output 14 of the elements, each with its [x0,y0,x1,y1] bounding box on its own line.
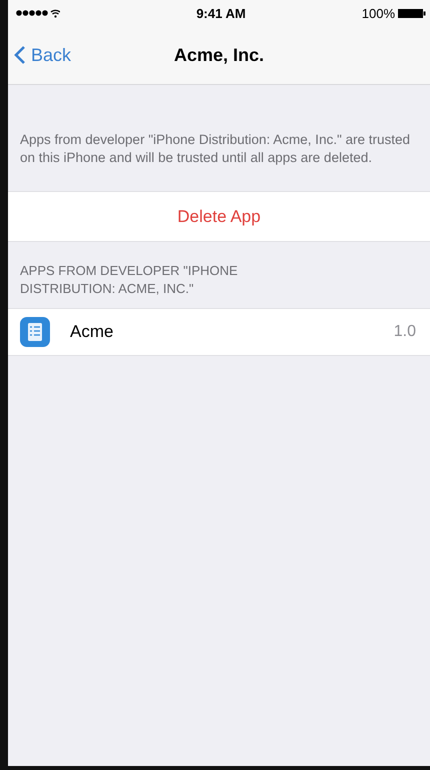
chevron-left-icon [14,45,26,65]
section-header: APPS FROM DEVELOPER "IPHONE DISTRIBUTION: ACME, INC." [19,262,239,298]
app-icon [20,317,50,347]
trust-description: Apps from developer "iPhone Distribution: Acme, Inc." are trusted on this iPhone and will be trusted until all apps are deleted. [20,131,412,167]
signal-icon [16,8,60,18]
back-button[interactable]: Back [8,44,78,66]
delete-app-button[interactable]: Delete App [8,192,430,242]
nav-title: Acme, Inc. [174,44,264,66]
battery-percentage: 100% [362,6,395,20]
battery-icon [398,8,426,18]
app-version: 1.0 [394,323,416,341]
app-name: Acme [70,322,114,342]
app-row[interactable]: Acme 1.0 [8,309,430,355]
status-time: 9:41 AM [196,6,246,20]
